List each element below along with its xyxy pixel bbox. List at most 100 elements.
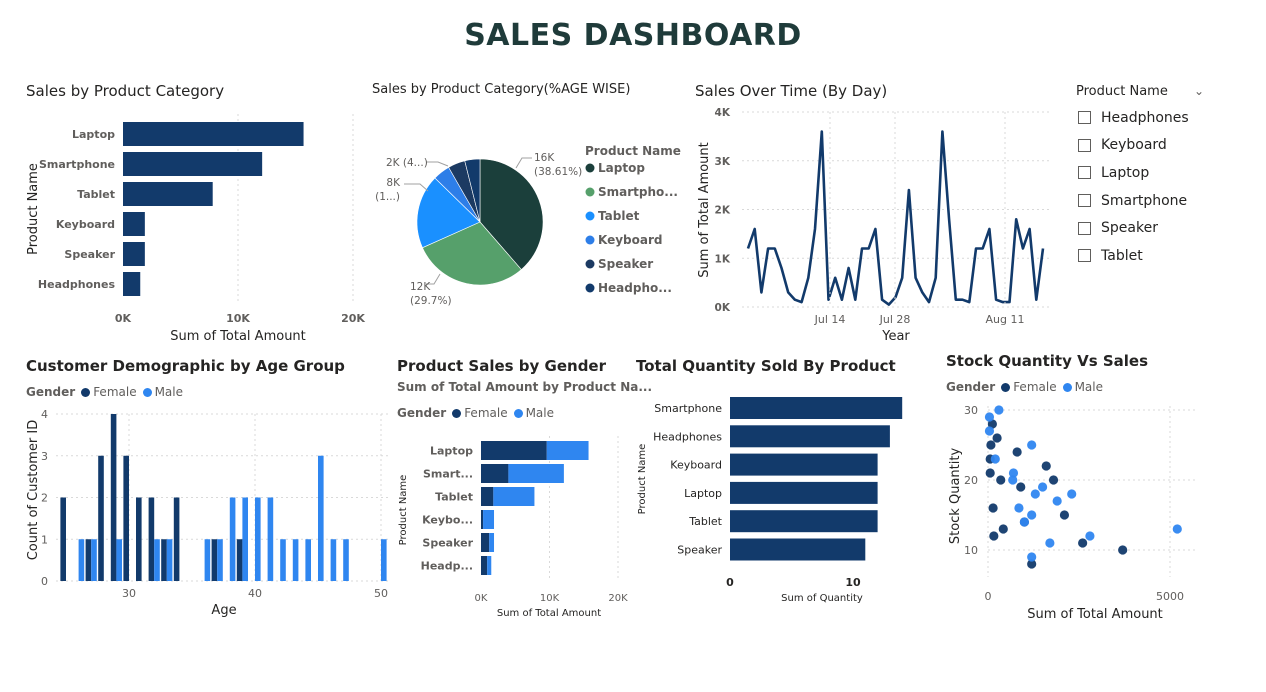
point-male[interactable] (1027, 440, 1037, 450)
bar-headphones[interactable] (123, 272, 141, 296)
bar-male-age-39[interactable] (242, 497, 248, 582)
point-male[interactable] (1045, 538, 1055, 548)
point-female[interactable] (992, 433, 1002, 443)
bar-speaker[interactable] (123, 242, 145, 266)
bar-keyboard[interactable] (730, 453, 878, 476)
point-female[interactable] (986, 440, 996, 450)
bar-tablet[interactable] (123, 182, 213, 206)
pie-legend-label[interactable]: Headpho... (598, 281, 672, 295)
bar-female[interactable] (481, 464, 509, 483)
legend-label-male[interactable]: Male (1075, 380, 1103, 394)
category-bar-chart[interactable]: 0K 10K 20K Laptop Smartphone Tablet Keyboard Sp… (20, 104, 370, 349)
point-male[interactable] (1008, 475, 1018, 485)
point-male[interactable] (1030, 489, 1040, 499)
bar-male-age-41[interactable] (267, 497, 274, 582)
legend-label-male[interactable]: Male (526, 406, 554, 420)
bar-smartphone[interactable] (730, 397, 903, 419)
bar-male-age-46[interactable] (330, 539, 337, 581)
point-male[interactable] (1019, 517, 1029, 527)
bar-female-age-33[interactable] (161, 539, 167, 581)
category-pie-chart[interactable]: 16K (38.61%) 12K (29.7%) 8K (1...) 2K (4...) Pr… (370, 104, 685, 309)
quantity-sold-chart[interactable]: 0 10 Smartphone Headphones Keyboard Laptop Tab… (632, 382, 932, 607)
legend-label-female[interactable]: Female (93, 385, 136, 399)
sales-time-chart[interactable]: 0K 1K 2K 3K 4K Jul 14 Jul 28 Aug 11 Year Sum of T… (690, 102, 1060, 347)
point-female[interactable] (989, 531, 999, 541)
point-female[interactable] (1041, 461, 1051, 471)
bar-male-age-45[interactable] (318, 455, 324, 581)
point-male[interactable] (1172, 524, 1182, 534)
legend-label-male[interactable]: Male (155, 385, 183, 399)
bar-speaker[interactable] (730, 538, 866, 561)
checkbox[interactable] (1078, 221, 1091, 235)
bar-female-age-30[interactable] (123, 455, 129, 581)
bar-male-age-50[interactable] (381, 539, 387, 581)
pie-legend-label[interactable]: Laptop (598, 161, 645, 175)
point-male[interactable] (984, 426, 995, 436)
bar-male-age-32[interactable] (154, 539, 160, 581)
bar-keyboard[interactable] (123, 212, 145, 236)
slicer-item-speaker[interactable]: Speaker (1076, 214, 1216, 242)
point-female[interactable] (1118, 545, 1128, 555)
point-female[interactable] (996, 475, 1006, 485)
point-female[interactable] (988, 503, 998, 513)
checkbox[interactable] (1078, 166, 1091, 180)
bar-male-age-26[interactable] (78, 539, 85, 581)
bar-female-age-27[interactable] (85, 539, 92, 581)
pie-legend-label[interactable]: Tablet (598, 209, 640, 223)
bar-male-age-42[interactable] (280, 539, 286, 581)
point-male[interactable] (1014, 503, 1024, 513)
bar-female[interactable] (481, 441, 547, 460)
product-name-slicer[interactable]: Product Name ⌄ Headphones Keyboard Laptop S… (1076, 84, 1216, 270)
point-male[interactable] (1027, 510, 1037, 520)
point-female[interactable] (1048, 475, 1059, 485)
bar-male[interactable] (493, 487, 535, 506)
bar-female-age-39[interactable] (236, 539, 243, 581)
point-female[interactable] (1016, 482, 1026, 492)
bar-female-age-32[interactable] (148, 497, 155, 582)
point-female[interactable] (1012, 447, 1022, 457)
point-male[interactable] (1067, 489, 1077, 499)
bar-male[interactable] (508, 464, 564, 483)
bar-male[interactable] (487, 556, 492, 575)
point-female[interactable] (985, 468, 995, 478)
checkbox[interactable] (1078, 111, 1091, 125)
slicer-header[interactable]: Product Name ⌄ (1076, 84, 1216, 104)
point-male[interactable] (1052, 496, 1062, 506)
bar-female-age-37[interactable] (211, 539, 218, 581)
stock-sales-chart[interactable]: 10 20 30 0 5000 Sum of Total Amount Stock Quan… (940, 396, 1202, 626)
bar-female-age-29[interactable] (110, 414, 117, 581)
point-male[interactable] (1085, 531, 1095, 541)
slicer-item-smartphone[interactable]: Smartphone (1076, 187, 1216, 215)
point-male[interactable] (990, 454, 1000, 464)
bar-female-age-31[interactable] (136, 497, 142, 582)
checkbox[interactable] (1078, 194, 1091, 208)
slicer-item-headphones[interactable]: Headphones (1076, 104, 1216, 132)
gender-sales-chart[interactable]: 0K 10K 20K Laptop Smart... Tablet Keybo... Spea… (393, 428, 635, 623)
bar-male-age-38[interactable] (229, 497, 236, 582)
bar-tablet[interactable] (730, 510, 878, 533)
checkbox[interactable] (1078, 138, 1091, 152)
bar-male[interactable] (483, 510, 495, 529)
point-female[interactable] (998, 524, 1008, 534)
bar-male[interactable] (489, 533, 495, 552)
age-group-chart[interactable]: 0 1 2 3 4 30 40 50 Age Count of Customer ID (20, 400, 395, 625)
pie-legend-label[interactable]: Speaker (598, 257, 653, 271)
pie-legend-label[interactable]: Keyboard (598, 233, 663, 247)
point-male[interactable] (1027, 552, 1037, 562)
bar-laptop[interactable] (730, 481, 878, 504)
bar-male-age-47[interactable] (343, 539, 349, 581)
point-female[interactable] (1059, 510, 1070, 520)
bar-male-age-44[interactable] (305, 539, 311, 581)
point-female[interactable] (1078, 538, 1088, 548)
slicer-item-tablet[interactable]: Tablet (1076, 242, 1216, 270)
bar-male-age-37[interactable] (217, 539, 223, 581)
legend-label-female[interactable]: Female (1013, 380, 1056, 394)
bar-female-age-34[interactable] (173, 497, 180, 582)
slicer-item-laptop[interactable]: Laptop (1076, 159, 1216, 187)
point-male[interactable] (984, 412, 995, 422)
pie-legend-label[interactable]: Smartpho... (598, 185, 678, 199)
checkbox[interactable] (1078, 249, 1091, 263)
chevron-down-icon[interactable]: ⌄ (1194, 84, 1204, 98)
bar-laptop[interactable] (123, 122, 304, 146)
bar-male-age-40[interactable] (255, 497, 261, 582)
